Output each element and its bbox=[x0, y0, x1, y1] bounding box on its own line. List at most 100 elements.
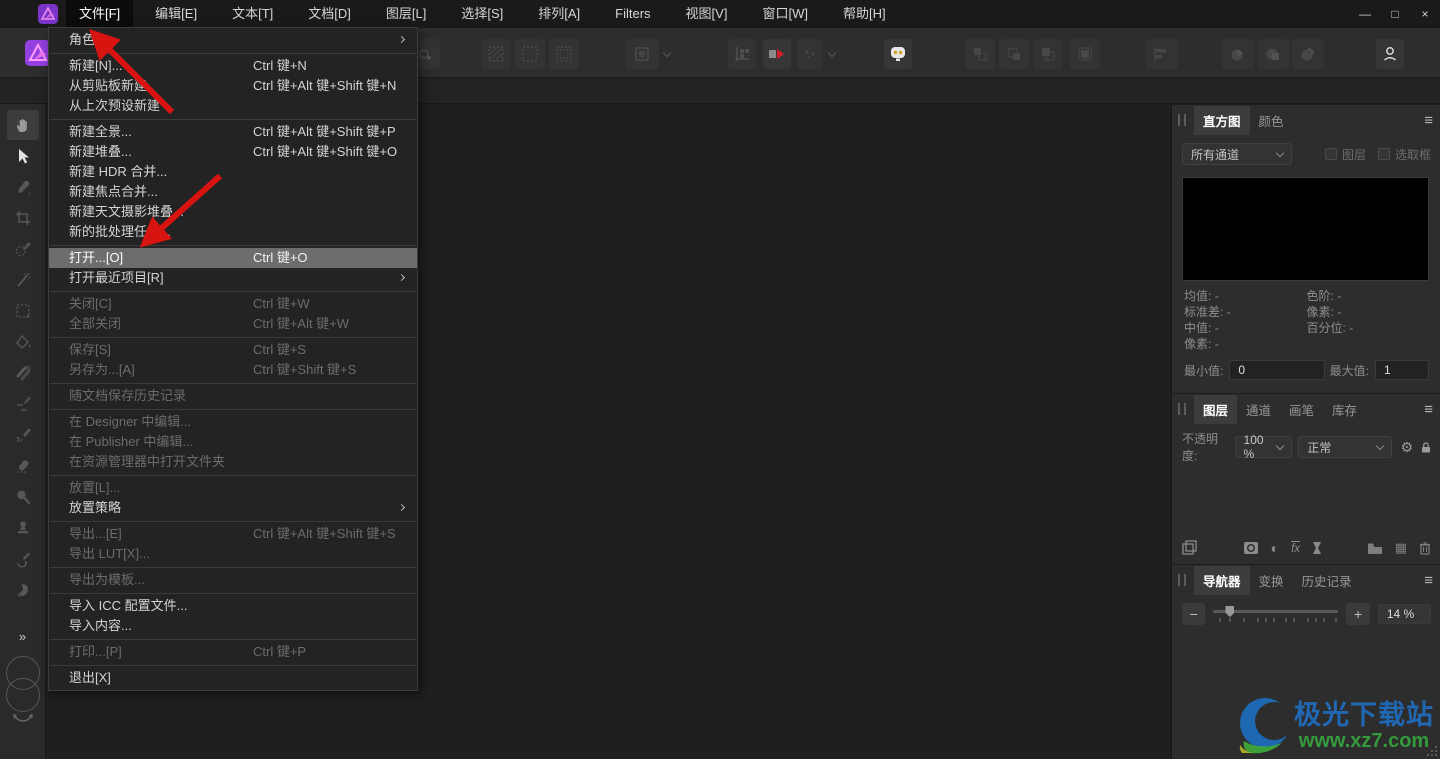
menubar-item-filters[interactable]: Filters bbox=[602, 0, 663, 28]
menu-item-role[interactable]: 角色 bbox=[49, 30, 417, 50]
min-value-field[interactable]: 0 bbox=[1229, 360, 1325, 380]
maximize-button[interactable]: □ bbox=[1380, 0, 1410, 28]
marquee-checkbox[interactable] bbox=[1378, 148, 1390, 160]
layer-effects-icon[interactable] bbox=[1312, 541, 1322, 555]
menubar-item-window[interactable]: 窗口[W] bbox=[749, 0, 821, 28]
tab-navigator[interactable]: 导航器 bbox=[1194, 566, 1250, 595]
boolean-intersect-button[interactable] bbox=[1292, 39, 1324, 69]
fill-color-swatch[interactable] bbox=[6, 678, 40, 712]
menubar-item-text[interactable]: 文本[T] bbox=[219, 0, 286, 28]
lock-icon[interactable] bbox=[1421, 441, 1431, 454]
assistant-options-button[interactable] bbox=[763, 39, 791, 69]
assistant-manager-button[interactable] bbox=[884, 39, 912, 69]
menu-item-place-policy[interactable]: 放置策略 bbox=[49, 498, 417, 518]
menubar-item-edit[interactable]: 编辑[E] bbox=[142, 0, 210, 28]
smudge-brush-tool[interactable] bbox=[7, 575, 39, 605]
delete-layer-trash-icon[interactable] bbox=[1419, 541, 1431, 555]
swap-colors-icon[interactable] bbox=[11, 714, 35, 726]
move-to-front-button[interactable] bbox=[965, 39, 995, 69]
duplicate-layer-icon[interactable] bbox=[1182, 540, 1198, 556]
channel-dropdown[interactable]: 所有通道 bbox=[1182, 143, 1292, 165]
menubar-item-help[interactable]: 帮助[H] bbox=[830, 0, 899, 28]
blur-brush-tool[interactable] bbox=[7, 544, 39, 574]
layer-settings-gear-icon[interactable]: ⚙ bbox=[1400, 439, 1413, 456]
menu-item-print[interactable]: 打印...[P]Ctrl 键+P bbox=[49, 642, 417, 662]
boolean-subtract-button[interactable] bbox=[1257, 39, 1289, 69]
paint-brush-tool[interactable] bbox=[7, 389, 39, 419]
menu-item-save[interactable]: 保存[S]Ctrl 键+S bbox=[49, 340, 417, 360]
color-selector[interactable] bbox=[0, 656, 46, 736]
zoom-out-button[interactable]: − bbox=[1182, 603, 1205, 625]
color-picker-tool[interactable] bbox=[7, 172, 39, 202]
menubar-item-view[interactable]: 视图[V] bbox=[673, 0, 741, 28]
tab-channels[interactable]: 通道 bbox=[1237, 395, 1280, 424]
mask-layer-icon[interactable] bbox=[1243, 541, 1259, 555]
selection-brush-tool[interactable] bbox=[7, 234, 39, 264]
account-button[interactable] bbox=[1376, 39, 1404, 69]
live-filter-icon[interactable]: fx bbox=[1291, 541, 1300, 555]
pixel-tool[interactable] bbox=[7, 420, 39, 450]
menu-item-open-recent[interactable]: 打开最近项目[R] bbox=[49, 268, 417, 288]
menu-item-new[interactable]: 新建[N]...Ctrl 键+N bbox=[49, 56, 417, 76]
panel-drag-handle-icon[interactable] bbox=[1178, 114, 1186, 126]
flood-fill-tool[interactable] bbox=[7, 327, 39, 357]
menu-item-open-in-explorer[interactable]: 在资源管理器中打开文件夹 bbox=[49, 452, 417, 472]
menu-item-new-stack[interactable]: 新建堆叠...Ctrl 键+Alt 键+Shift 键+O bbox=[49, 142, 417, 162]
selection-refine-dropdown[interactable] bbox=[660, 39, 674, 69]
dodge-brush-tool[interactable] bbox=[7, 482, 39, 512]
close-button[interactable]: × bbox=[1410, 0, 1440, 28]
erase-brush-tool[interactable] bbox=[7, 451, 39, 481]
minimize-button[interactable]: — bbox=[1350, 0, 1380, 28]
panel-menu-icon[interactable]: ≡ bbox=[1424, 112, 1433, 129]
tab-histogram[interactable]: 直方图 bbox=[1194, 106, 1250, 135]
menu-item-edit-in-designer[interactable]: 在 Designer 中编辑... bbox=[49, 412, 417, 432]
move-forward-button[interactable] bbox=[999, 39, 1029, 69]
resize-grip[interactable] bbox=[1424, 743, 1438, 757]
new-layer-icon[interactable]: ▦ bbox=[1395, 540, 1407, 556]
menu-item-import-icc[interactable]: 导入 ICC 配置文件... bbox=[49, 596, 417, 616]
menu-item-close[interactable]: 关闭[C]Ctrl 键+W bbox=[49, 294, 417, 314]
move-backward-button[interactable] bbox=[1033, 39, 1063, 69]
zoom-value-field[interactable]: 14 % bbox=[1378, 604, 1431, 624]
zoom-slider[interactable] bbox=[1213, 603, 1338, 625]
move-tool[interactable] bbox=[7, 141, 39, 171]
tab-color[interactable]: 颜色 bbox=[1250, 106, 1293, 135]
crop-tool[interactable] bbox=[7, 203, 39, 233]
menu-item-export-template[interactable]: 导出为模板... bbox=[49, 570, 417, 590]
snapping-button[interactable] bbox=[728, 39, 756, 69]
menu-item-export[interactable]: 导出...[E]Ctrl 键+Alt 键+Shift 键+S bbox=[49, 524, 417, 544]
menu-item-exit[interactable]: 退出[X] bbox=[49, 668, 417, 688]
menubar-item-file[interactable]: 文件[F] bbox=[66, 0, 133, 28]
menubar-item-document[interactable]: 文档[D] bbox=[295, 0, 364, 28]
gradient-tool[interactable] bbox=[7, 358, 39, 388]
boolean-add-button[interactable] bbox=[1222, 39, 1254, 69]
menubar-item-arrange[interactable]: 排列[A] bbox=[525, 0, 593, 28]
tab-history[interactable]: 历史记录 bbox=[1293, 566, 1361, 595]
opacity-dropdown[interactable]: 100 % bbox=[1235, 436, 1293, 458]
clone-stamp-tool[interactable] bbox=[7, 513, 39, 543]
menubar-item-layer[interactable]: 图层[L] bbox=[373, 0, 439, 28]
selection-new-mode-button[interactable] bbox=[481, 39, 511, 69]
dust-removal-button[interactable] bbox=[797, 39, 823, 69]
marquee-select-tool[interactable] bbox=[7, 296, 39, 326]
menu-item-new-panorama[interactable]: 新建全景...Ctrl 键+Alt 键+Shift 键+P bbox=[49, 122, 417, 142]
menu-item-new-from-clipboard[interactable]: 从剪贴板新建Ctrl 键+Alt 键+Shift 键+N bbox=[49, 76, 417, 96]
menu-item-place[interactable]: 放置[L]... bbox=[49, 478, 417, 498]
adjustment-layer-icon[interactable]: ◐ bbox=[1271, 540, 1279, 556]
menu-item-open[interactable]: 打开...[O]Ctrl 键+O bbox=[49, 248, 417, 268]
menu-item-import-content[interactable]: 导入内容... bbox=[49, 616, 417, 636]
menu-item-new-batch-job[interactable]: 新的批处理任务... bbox=[49, 222, 417, 242]
move-to-back-button[interactable] bbox=[1070, 39, 1100, 69]
menubar-item-select[interactable]: 选择[S] bbox=[448, 0, 516, 28]
menu-item-save-history[interactable]: 随文档保存历史记录 bbox=[49, 386, 417, 406]
menu-item-save-as[interactable]: 另存为...[A]Ctrl 键+Shift 键+S bbox=[49, 360, 417, 380]
panel-drag-handle-icon[interactable] bbox=[1178, 574, 1186, 586]
zoom-slider-thumb[interactable] bbox=[1225, 606, 1234, 617]
selection-refine-button[interactable] bbox=[625, 39, 659, 69]
dust-removal-dropdown[interactable] bbox=[825, 39, 839, 69]
menu-item-new-from-preset[interactable]: 从上次预设新建 bbox=[49, 96, 417, 116]
menu-item-export-lut[interactable]: 导出 LUT[X]... bbox=[49, 544, 417, 564]
menu-item-new-focus-merge[interactable]: 新建焦点合并... bbox=[49, 182, 417, 202]
flood-select-tool[interactable] bbox=[7, 265, 39, 295]
group-folder-icon[interactable] bbox=[1367, 542, 1383, 555]
